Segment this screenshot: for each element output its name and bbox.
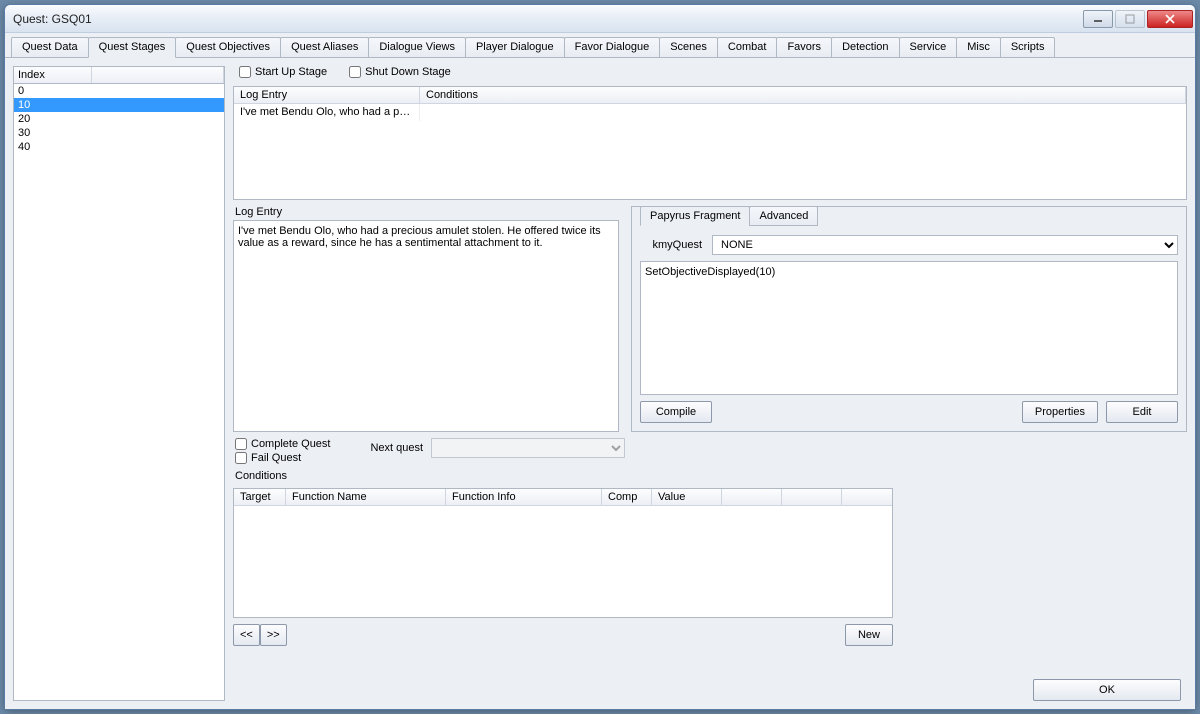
kmyquest-row: kmyQuest NONE: [640, 235, 1178, 255]
log-col-conditions[interactable]: Conditions: [420, 87, 1186, 103]
next-quest-label: Next quest: [370, 442, 423, 454]
fail-quest-input[interactable]: [235, 452, 247, 464]
ok-row: OK: [1033, 679, 1181, 701]
shut-down-stage-input[interactable]: [349, 66, 361, 78]
content-area: Index 010203040 Start Up Stage Shut Down…: [5, 58, 1195, 709]
index-header-spacer: [92, 67, 224, 83]
complete-quest-checkbox[interactable]: Complete Quest: [235, 438, 330, 450]
tab-quest-data[interactable]: Quest Data: [11, 37, 89, 57]
start-up-stage-input[interactable]: [239, 66, 251, 78]
tab-detection[interactable]: Detection: [831, 37, 899, 57]
index-row[interactable]: 10: [14, 98, 224, 112]
papyrus-tab-advanced[interactable]: Advanced: [749, 206, 818, 226]
conditions-col-target[interactable]: Target: [234, 489, 286, 505]
index-value: 10: [14, 98, 92, 112]
quest-flags-row: Complete Quest Fail Quest Next quest: [233, 438, 1187, 464]
log-entry-label: Log Entry: [233, 206, 619, 218]
compile-button[interactable]: Compile: [640, 401, 712, 423]
log-entries-header: Log Entry Conditions: [234, 87, 1186, 104]
properties-button[interactable]: Properties: [1022, 401, 1098, 423]
tab-misc[interactable]: Misc: [956, 37, 1001, 57]
conditions-header: TargetFunction NameFunction InfoCompValu…: [234, 489, 892, 506]
shut-down-stage-label: Shut Down Stage: [365, 66, 451, 78]
edit-button[interactable]: Edit: [1106, 401, 1178, 423]
conditions-col-spacer: [722, 489, 782, 505]
conditions-col-value[interactable]: Value: [652, 489, 722, 505]
fail-quest-label: Fail Quest: [251, 452, 301, 464]
conditions-label: Conditions: [233, 470, 1187, 482]
log-entry-row[interactable]: I've met Bendu Olo, who had a preciou...: [234, 104, 1186, 122]
tab-scripts[interactable]: Scripts: [1000, 37, 1056, 57]
kmyquest-select[interactable]: NONE: [712, 235, 1178, 255]
main-panel: Start Up Stage Shut Down Stage Log Entry…: [233, 66, 1187, 701]
next-quest-select[interactable]: [431, 438, 625, 458]
index-row[interactable]: 0: [14, 84, 224, 98]
conditions-col-function-name[interactable]: Function Name: [286, 489, 446, 505]
next-quest-field: Next quest: [370, 438, 625, 458]
log-entry-section: Log Entry: [233, 206, 619, 432]
minimize-icon: [1093, 14, 1103, 24]
conditions-col-comp[interactable]: Comp: [602, 489, 652, 505]
close-icon: [1165, 14, 1175, 24]
stage-flags-row: Start Up Stage Shut Down Stage: [233, 66, 1187, 80]
maximize-button: [1115, 10, 1145, 28]
tab-quest-objectives[interactable]: Quest Objectives: [175, 37, 281, 57]
shut-down-stage-checkbox[interactable]: Shut Down Stage: [349, 66, 451, 78]
index-panel: Index 010203040: [13, 66, 225, 701]
conditions-body[interactable]: [234, 506, 892, 617]
tab-favors[interactable]: Favors: [776, 37, 832, 57]
index-row[interactable]: 40: [14, 140, 224, 154]
log-conditions-cell: [420, 104, 1186, 121]
index-header: Index: [13, 66, 225, 84]
index-list[interactable]: 010203040: [13, 84, 225, 701]
maximize-icon: [1125, 14, 1135, 24]
tab-combat[interactable]: Combat: [717, 37, 778, 57]
conditions-next-button[interactable]: >>: [260, 624, 287, 646]
index-value: 20: [14, 112, 92, 126]
papyrus-tab-papyrus-fragment[interactable]: Papyrus Fragment: [640, 206, 750, 226]
start-up-stage-checkbox[interactable]: Start Up Stage: [239, 66, 327, 78]
index-value: 0: [14, 84, 92, 98]
complete-quest-label: Complete Quest: [251, 438, 330, 450]
kmyquest-label: kmyQuest: [640, 239, 702, 251]
tab-scenes[interactable]: Scenes: [659, 37, 718, 57]
tab-strip: Quest DataQuest StagesQuest ObjectivesQu…: [5, 33, 1195, 58]
titlebar[interactable]: Quest: GSQ01: [5, 5, 1195, 33]
log-entries-table[interactable]: Log Entry Conditions I've met Bendu Olo,…: [233, 86, 1187, 200]
conditions-col-function-info[interactable]: Function Info: [446, 489, 602, 505]
papyrus-buttons: Compile Properties Edit: [640, 401, 1178, 423]
quest-window: Quest: GSQ01 Quest DataQuest StagesQuest…: [4, 4, 1196, 710]
ok-button[interactable]: OK: [1033, 679, 1181, 701]
close-button[interactable]: [1147, 10, 1193, 28]
start-up-stage-label: Start Up Stage: [255, 66, 327, 78]
fail-quest-checkbox[interactable]: Fail Quest: [235, 452, 330, 464]
conditions-nav-row: << >> New: [233, 624, 893, 646]
index-value: 40: [14, 140, 92, 154]
tab-quest-stages[interactable]: Quest Stages: [88, 37, 177, 58]
complete-quest-input[interactable]: [235, 438, 247, 450]
tab-favor-dialogue[interactable]: Favor Dialogue: [564, 37, 661, 57]
minimize-button[interactable]: [1083, 10, 1113, 28]
conditions-new-button[interactable]: New: [845, 624, 893, 646]
log-entries-body[interactable]: I've met Bendu Olo, who had a preciou...: [234, 104, 1186, 199]
index-header-col[interactable]: Index: [14, 67, 92, 83]
index-value: 30: [14, 126, 92, 140]
window-title: Quest: GSQ01: [13, 12, 1083, 26]
conditions-col-spacer: [782, 489, 842, 505]
log-entry-textarea[interactable]: [233, 220, 619, 432]
log-col-logentry[interactable]: Log Entry: [234, 87, 420, 103]
tab-player-dialogue[interactable]: Player Dialogue: [465, 37, 565, 57]
conditions-table[interactable]: TargetFunction NameFunction InfoCompValu…: [233, 488, 893, 618]
tab-quest-aliases[interactable]: Quest Aliases: [280, 37, 369, 57]
papyrus-tabs: Papyrus FragmentAdvanced: [640, 206, 817, 226]
tab-service[interactable]: Service: [899, 37, 958, 57]
index-row[interactable]: 30: [14, 126, 224, 140]
log-entry-cell: I've met Bendu Olo, who had a preciou...: [234, 104, 420, 121]
papyrus-script-textarea[interactable]: [640, 261, 1178, 395]
tab-dialogue-views[interactable]: Dialogue Views: [368, 37, 466, 57]
papyrus-fragment-box: Papyrus FragmentAdvanced kmyQuest NONE C…: [631, 206, 1187, 432]
mid-row: Log Entry Papyrus FragmentAdvanced kmyQu…: [233, 206, 1187, 432]
conditions-prev-button[interactable]: <<: [233, 624, 260, 646]
index-row[interactable]: 20: [14, 112, 224, 126]
